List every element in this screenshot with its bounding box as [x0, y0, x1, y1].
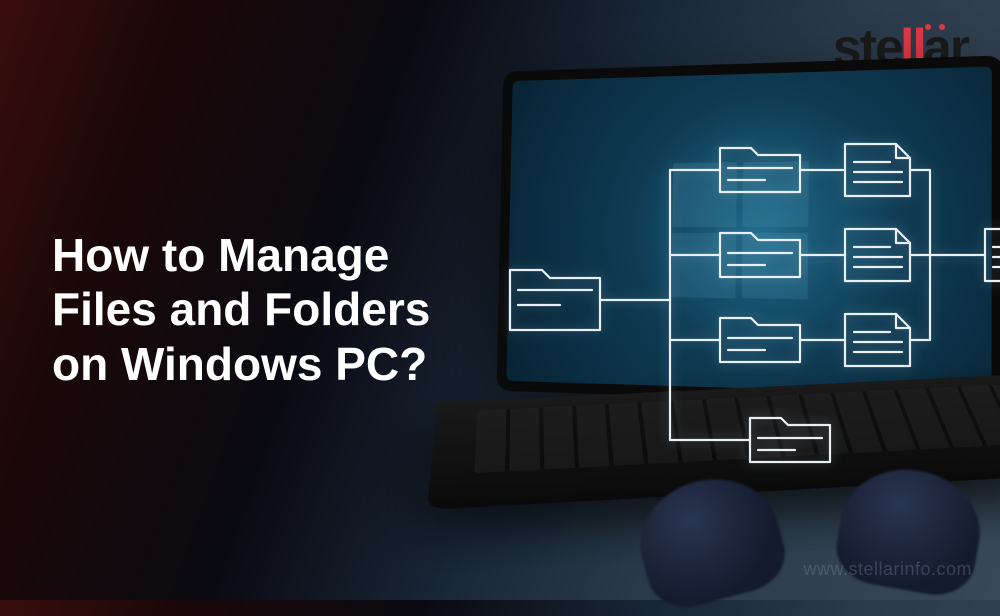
brand-dot-icon [925, 24, 931, 30]
laptop-screen [506, 67, 991, 396]
laptop-illustration [420, 70, 1000, 590]
windows-logo-icon [671, 161, 809, 299]
title-line: on Windows PC? [52, 338, 427, 390]
page-title: How to Manage Files and Folders on Windo… [52, 228, 430, 391]
laptop-bezel [497, 55, 1000, 407]
title-line: Files and Folders [52, 283, 430, 335]
title-line: How to Manage [52, 229, 389, 281]
watermark-url: www.stellarinfo.com [803, 559, 972, 580]
brand-dot-icon [939, 24, 945, 30]
